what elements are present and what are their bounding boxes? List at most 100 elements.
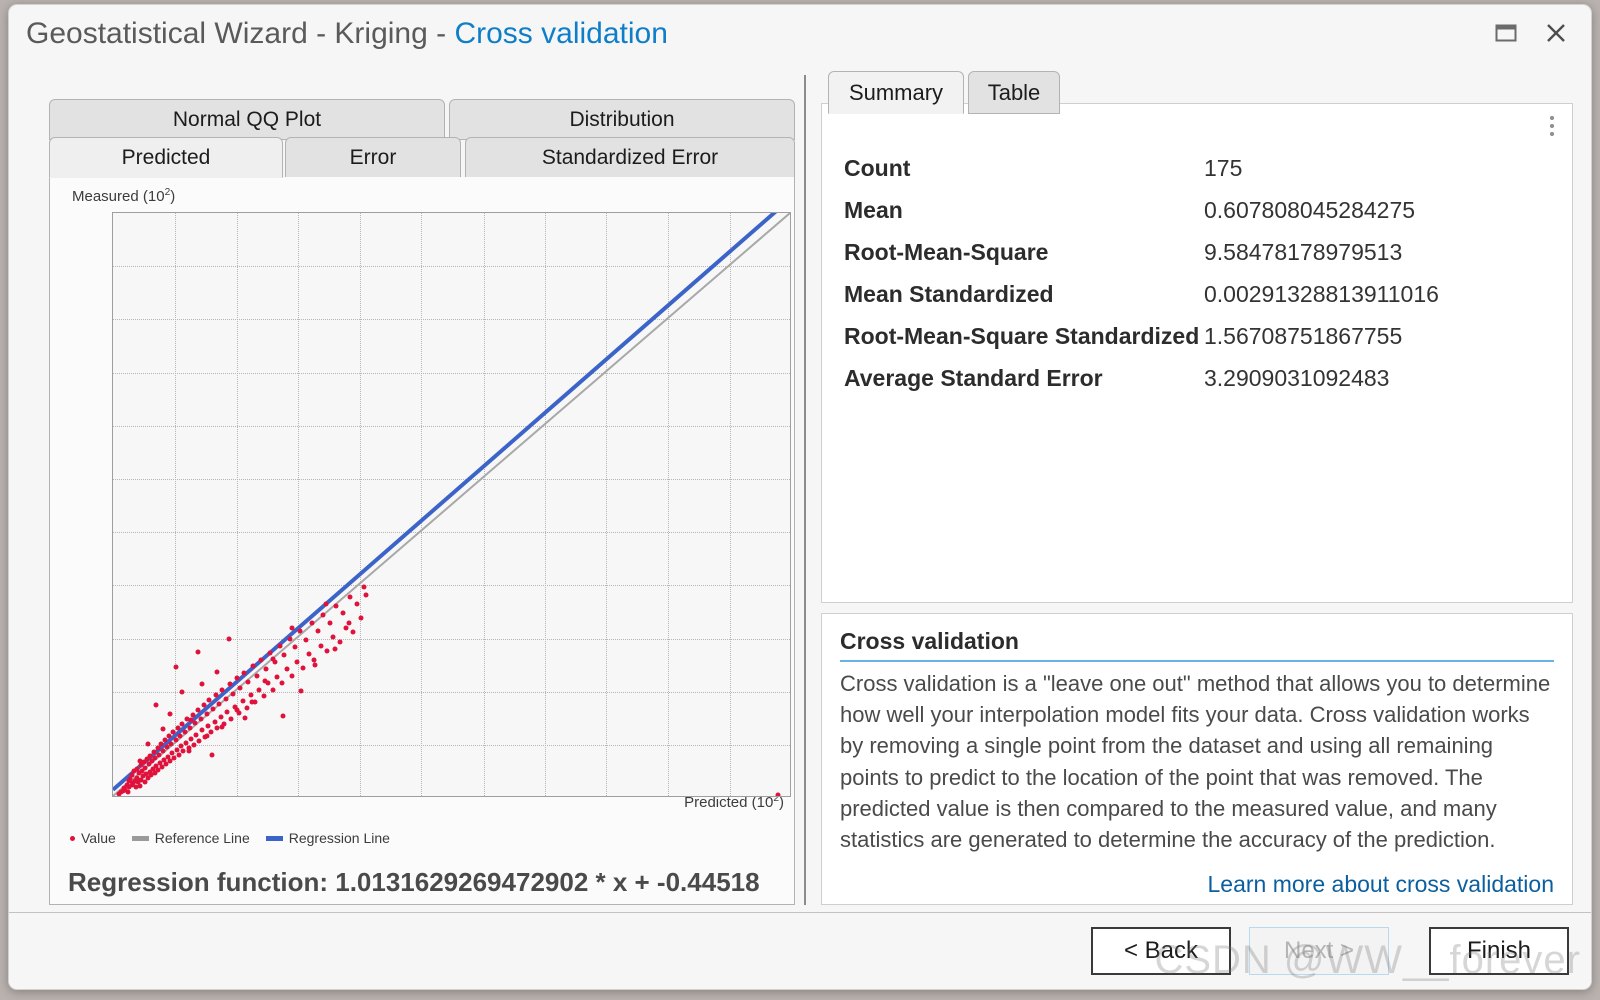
stat-value: 1.56708751867755 <box>1204 323 1403 350</box>
data-point <box>204 733 210 739</box>
data-point <box>187 725 193 731</box>
data-point <box>277 643 283 649</box>
stat-row: Count 175 <box>844 154 1552 182</box>
next-button: Next > <box>1249 927 1389 975</box>
finish-button[interactable]: Finish <box>1429 927 1569 975</box>
data-point <box>297 628 303 634</box>
data-point <box>183 740 189 746</box>
data-point <box>320 612 326 618</box>
data-point <box>237 685 243 691</box>
stat-value: 9.58478178979513 <box>1204 239 1403 266</box>
data-point <box>327 620 333 626</box>
data-point <box>332 646 338 652</box>
data-point <box>262 678 268 684</box>
data-point <box>333 603 339 609</box>
stat-row: Mean Standardized 0.00291328813911016 <box>844 280 1552 308</box>
data-point <box>125 789 131 795</box>
tab-summary[interactable]: Summary <box>828 71 964 114</box>
data-point <box>205 723 211 729</box>
close-icon[interactable] <box>1533 13 1579 53</box>
chart-tabs-top: Normal QQ Plot Distribution <box>31 99 795 140</box>
y-axis-title: Measured (102) <box>72 187 176 205</box>
data-point <box>256 687 262 693</box>
kebab-dot <box>1550 132 1554 136</box>
tab-distribution[interactable]: Distribution <box>449 99 795 140</box>
data-point <box>196 738 202 744</box>
learn-more-link[interactable]: Learn more about cross validation <box>1208 871 1554 898</box>
data-point <box>166 733 172 739</box>
legend-label-regression-line: Regression Line <box>288 830 390 846</box>
data-point <box>242 715 248 721</box>
data-point <box>201 702 207 708</box>
data-point <box>160 726 166 732</box>
tab-normal-qq-plot[interactable]: Normal QQ Plot <box>49 99 445 140</box>
page-title: Geostatistical Wizard - Kriging - Cross … <box>26 17 668 51</box>
legend-label-reference-line: Reference Line <box>154 830 250 846</box>
stat-label: Average Standard Error <box>844 365 1103 392</box>
data-point <box>145 741 151 747</box>
data-point <box>224 709 230 715</box>
data-point <box>292 644 298 650</box>
data-point <box>212 719 217 725</box>
data-point <box>241 670 247 676</box>
data-point <box>245 679 251 685</box>
kebab-menu-icon[interactable] <box>1550 116 1554 136</box>
reference-line-swatch-icon <box>131 835 149 841</box>
chart-panel: Normal QQ Plot Distribution Error Standa… <box>31 89 795 905</box>
data-point <box>323 601 329 607</box>
data-point <box>254 673 260 679</box>
data-point <box>318 643 324 649</box>
data-point <box>216 701 222 707</box>
data-point <box>204 711 210 717</box>
data-point <box>177 733 183 739</box>
restore-icon[interactable] <box>1483 13 1529 53</box>
tab-error[interactable]: Error <box>285 137 461 178</box>
data-point <box>263 666 269 672</box>
tab-standardized-error[interactable]: Standardized Error <box>465 137 795 178</box>
data-point <box>303 637 309 643</box>
title-accent: Cross validation <box>454 17 668 50</box>
back-button[interactable]: < Back <box>1091 927 1231 975</box>
data-point <box>186 748 192 754</box>
data-point <box>206 697 212 703</box>
tab-table[interactable]: Table <box>968 71 1060 114</box>
data-point <box>315 628 321 634</box>
data-point <box>312 662 318 668</box>
data-point <box>226 636 232 642</box>
restore-glyph <box>1495 24 1517 42</box>
data-point <box>267 650 273 656</box>
data-point <box>324 648 330 654</box>
data-point <box>261 693 267 699</box>
close-glyph <box>1547 24 1565 42</box>
data-point <box>274 674 280 680</box>
data-point <box>167 711 173 717</box>
data-point <box>199 681 205 687</box>
footer-bar: < Back Next > Finish <box>9 913 1591 989</box>
data-point <box>306 651 312 657</box>
panel-splitter[interactable] <box>804 75 806 905</box>
tab-predicted[interactable]: Predicted <box>49 137 283 178</box>
data-point <box>199 727 205 733</box>
data-point <box>346 620 352 626</box>
data-point <box>350 629 356 635</box>
data-point <box>281 652 287 658</box>
data-point <box>193 732 199 738</box>
stat-label: Root-Mean-Square Standardized <box>844 323 1200 350</box>
title-prefix: Geostatistical Wizard - Kriging <box>26 17 428 50</box>
statistics-list: Count 175 Mean 0.607808045284275 Root-Mean-S… <box>844 154 1552 406</box>
data-point <box>188 717 194 723</box>
data-point <box>340 610 346 616</box>
legend-item-regression-line: Regression Line <box>265 830 390 846</box>
legend-item-reference-line: Reference Line <box>131 830 250 846</box>
data-point <box>219 724 225 730</box>
data-point <box>248 692 254 698</box>
data-point <box>188 736 194 742</box>
data-point <box>361 584 367 590</box>
regression-line-swatch-icon <box>265 835 283 841</box>
data-point <box>279 680 285 686</box>
stat-value: 175 <box>1204 155 1243 181</box>
data-point <box>354 601 360 607</box>
data-point <box>258 657 264 663</box>
value-marker-icon <box>70 835 75 841</box>
data-point <box>287 636 293 642</box>
